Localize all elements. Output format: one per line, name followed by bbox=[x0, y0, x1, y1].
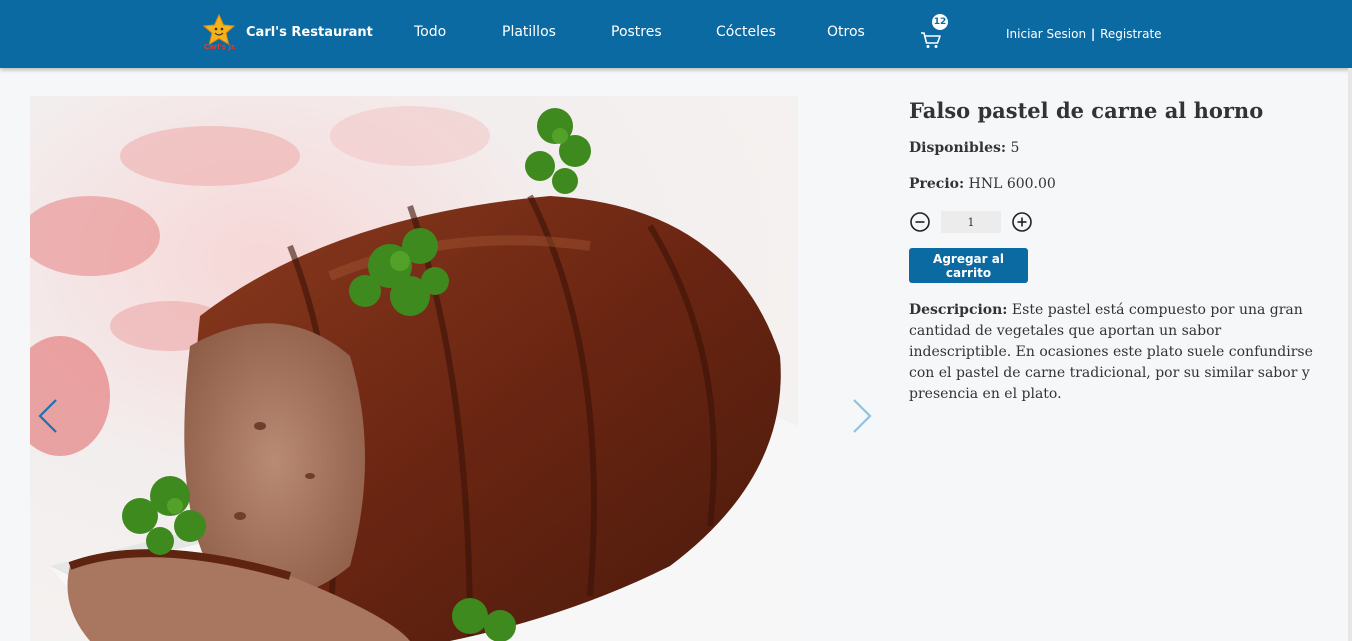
auth-links: Iniciar Sesion | Registrate bbox=[1006, 27, 1162, 41]
auth-separator: | bbox=[1090, 27, 1096, 41]
shopping-cart-icon bbox=[921, 32, 941, 48]
minus-circle-icon[interactable] bbox=[909, 211, 931, 233]
price-value: HNL 600.00 bbox=[968, 176, 1056, 192]
logo[interactable]: Carl's Jr. bbox=[200, 14, 240, 54]
plus-circle-icon[interactable] bbox=[1011, 211, 1033, 233]
brand[interactable]: Carl's Jr. Carl's Restaurant bbox=[200, 14, 373, 54]
availability: Disponibles: 5 bbox=[909, 140, 1019, 156]
availability-value: 5 bbox=[1010, 140, 1020, 156]
product-description: Descripcion: Este pastel está compuesto … bbox=[909, 300, 1319, 405]
brand-name[interactable]: Carl's Restaurant bbox=[246, 25, 373, 40]
nav-link-cocteles[interactable]: Cócteles bbox=[716, 24, 776, 40]
login-link[interactable]: Iniciar Sesion bbox=[1006, 27, 1086, 41]
nav-link-todo[interactable]: Todo bbox=[414, 24, 446, 40]
navbar: Carl's Jr. Carl's Restaurant Todo Platil… bbox=[0, 0, 1352, 68]
description-label: Descripcion: bbox=[909, 302, 1008, 318]
price-label: Precio: bbox=[909, 176, 965, 192]
product-title: Falso pastel de carne al horno bbox=[909, 98, 1264, 123]
nav-link-platillos[interactable]: Platillos bbox=[502, 24, 556, 40]
availability-label: Disponibles: bbox=[909, 140, 1007, 156]
nav-link-otros[interactable]: Otros bbox=[827, 24, 865, 40]
chevron-right-icon[interactable] bbox=[850, 398, 874, 434]
quantity-stepper bbox=[909, 211, 1033, 233]
product-image bbox=[30, 96, 798, 641]
scrollbar[interactable] bbox=[1348, 68, 1352, 641]
chevron-left-icon[interactable] bbox=[36, 398, 60, 434]
cart-button[interactable]: 12 bbox=[918, 14, 952, 54]
nav-link-postres[interactable]: Postres bbox=[611, 24, 662, 40]
logo-text: Carl's Jr. bbox=[203, 43, 237, 51]
register-link[interactable]: Registrate bbox=[1100, 27, 1161, 41]
add-to-cart-button[interactable]: Agregar al carrito bbox=[909, 248, 1028, 283]
quantity-input[interactable] bbox=[941, 211, 1001, 233]
cart-count-badge: 12 bbox=[932, 14, 948, 30]
product-details: Falso pastel de carne al horno Disponibl… bbox=[909, 96, 1319, 402]
price: Precio: HNL 600.00 bbox=[909, 176, 1056, 192]
